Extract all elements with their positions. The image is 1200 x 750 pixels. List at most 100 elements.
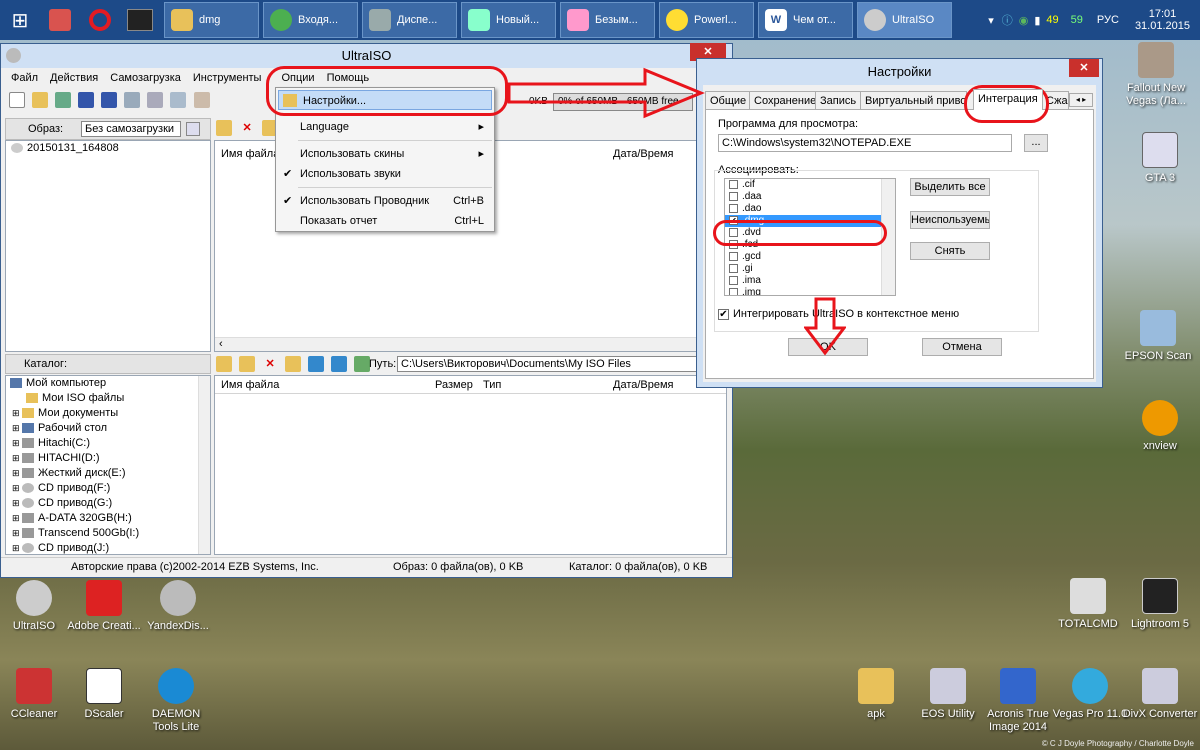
tree-desktop[interactable]: ⊞ Рабочий стол <box>6 421 210 436</box>
tab-virtual-drive[interactable]: Виртуальный привод <box>860 91 967 109</box>
tree-drive-d[interactable]: ⊞ HITACHI(D:) <box>6 451 210 466</box>
col-filename[interactable]: Имя файла <box>221 148 279 160</box>
tray-chevron-icon[interactable]: ▾ <box>988 14 994 27</box>
desktop-icon-vegas-pro[interactable]: Vegas Pro 11.0 <box>1052 668 1128 721</box>
new-folder-icon[interactable] <box>285 356 302 372</box>
path-field[interactable]: C:\Users\Викторович\Documents\My ISO Fil… <box>397 356 722 372</box>
taskbar-item-powerl[interactable]: Powerl... <box>659 2 754 38</box>
desktop-icon-acronis[interactable]: Acronis True Image 2014 <box>980 668 1056 734</box>
desktop-icon-apk[interactable]: apk <box>838 668 914 721</box>
desktop-icon-adobe[interactable]: Adobe Creati... <box>66 580 142 633</box>
extension-item[interactable]: .gcd <box>725 251 895 263</box>
menu-file[interactable]: Файл <box>5 72 44 84</box>
up-folder-icon[interactable] <box>216 120 232 136</box>
tree-drive-i[interactable]: ⊞ Transcend 500Gb(I:) <box>6 526 210 541</box>
select-all-button[interactable]: Выделить все <box>910 178 990 196</box>
bootable-field[interactable]: Без самозагрузки <box>81 121 181 137</box>
tab-general[interactable]: Общие <box>705 91 752 109</box>
tree-drive-h[interactable]: ⊞ A-DATA 320GB(H:) <box>6 511 210 526</box>
col-type[interactable]: Тип <box>483 379 501 391</box>
desktop-icon-epson-scan[interactable]: EPSON Scan <box>1120 310 1196 363</box>
extension-item[interactable]: .daa <box>725 191 895 203</box>
tab-burn[interactable]: Запись <box>815 91 862 109</box>
taskbar-item-word[interactable]: W Чем от... <box>758 2 853 38</box>
desktop-icon-eos-utility[interactable]: EOS Utility <box>910 668 986 721</box>
col-size[interactable]: Размер <box>435 379 473 391</box>
desktop-icon-ultraiso[interactable]: UltraISO <box>0 580 72 633</box>
tree-my-computer[interactable]: Мой компьютер <box>6 376 210 391</box>
menu-actions[interactable]: Действия <box>44 72 104 84</box>
menu-item-use-explorer[interactable]: ✔ Использовать Проводник Ctrl+B <box>276 191 494 211</box>
save-icon[interactable] <box>78 92 95 108</box>
windows-start-icon[interactable]: ⊞ <box>0 2 40 38</box>
refresh-icon[interactable] <box>239 356 256 372</box>
menu-item-use-sounds[interactable]: ✔ Использовать звуки <box>276 164 494 184</box>
menu-item-use-skins[interactable]: Использовать скины ▸ <box>276 144 494 164</box>
taskbar-item-paint[interactable]: Безым... <box>560 2 655 38</box>
desktop-icon-ccleaner[interactable]: CCleaner <box>0 668 72 721</box>
viewer-path-field[interactable]: C:\Windows\system32\NOTEPAD.EXE <box>718 134 1012 152</box>
tree-drive-e[interactable]: ⊞ Жесткий диск(E:) <box>6 466 210 481</box>
new-icon[interactable] <box>9 92 25 108</box>
tab-integration[interactable]: Интеграция <box>973 89 1043 110</box>
gear-icon[interactable] <box>331 356 348 372</box>
desktop-icon-gta3[interactable]: GTA 3 <box>1122 132 1198 185</box>
tray-network-icon[interactable]: ▮ <box>1034 14 1040 27</box>
taskbar-item-dmg[interactable]: dmg <box>164 2 259 38</box>
up-folder-icon[interactable] <box>216 356 232 372</box>
properties-icon[interactable] <box>186 122 200 136</box>
tree-my-iso-files[interactable]: Мои ISO файлы <box>6 391 210 406</box>
mount-icon[interactable] <box>170 92 187 108</box>
catalog-scrollbar[interactable] <box>198 376 210 554</box>
desktop-icon-divx[interactable]: DivX Converter <box>1122 668 1198 721</box>
delete-icon[interactable]: ✕ <box>262 356 278 372</box>
cancel-button[interactable]: Отмена <box>922 338 1002 356</box>
desktop-icon-daemon-tools[interactable]: DAEMON Tools Lite <box>138 668 214 734</box>
menu-item-show-report[interactable]: Показать отчет Ctrl+L <box>276 211 494 231</box>
desktop-icon-dscaler[interactable]: DScaler <box>66 668 142 721</box>
col-datetime[interactable]: Дата/Время <box>613 148 674 160</box>
col-filename[interactable]: Имя файла <box>221 379 279 391</box>
deselect-button[interactable]: Снять выделени <box>910 242 990 260</box>
clock[interactable]: 17:01 31.01.2015 <box>1135 8 1190 32</box>
tab-save[interactable]: Сохранение <box>749 91 822 109</box>
tree-drive-c[interactable]: ⊞ Hitachi(C:) <box>6 436 210 451</box>
browse-button[interactable]: ... <box>1024 134 1048 152</box>
tree-my-documents[interactable]: ⊞ Мои документы <box>6 406 210 421</box>
extension-item[interactable]: .cif <box>725 179 895 191</box>
menu-item-language[interactable]: Language ▸ <box>276 117 494 137</box>
tray-app-icon[interactable]: ◉ <box>1019 14 1029 27</box>
desktop-icon-lightroom[interactable]: Lightroom 5 <box>1122 578 1198 631</box>
menu-bootable[interactable]: Самозагрузка <box>104 72 187 84</box>
xmplay-icon[interactable] <box>120 2 160 38</box>
unused-button[interactable]: Неиспользуемы <box>910 211 990 229</box>
add-icon[interactable] <box>354 356 371 372</box>
save-as-icon[interactable] <box>101 92 118 108</box>
desktop-icon-yandexdisk[interactable]: YandexDis... <box>140 580 216 633</box>
extension-item[interactable]: .dao <box>725 203 895 215</box>
taskbar-item-new[interactable]: Новый... <box>461 2 556 38</box>
settings-close-button[interactable]: ✕ <box>1069 59 1099 77</box>
extension-item[interactable]: .img <box>725 287 895 295</box>
tab-scroll-arrows[interactable]: ◂ ▸ <box>1069 93 1093 107</box>
iso-root-item[interactable]: 20150131_164808 <box>6 141 210 156</box>
taskbar-item-chrome[interactable]: Входя... <box>263 2 358 38</box>
language-indicator[interactable]: РУС <box>1097 14 1119 26</box>
tree-drive-f[interactable]: ⊞ CD привод(F:) <box>6 481 210 496</box>
globe-icon[interactable] <box>308 356 325 372</box>
apps-grid-icon[interactable] <box>40 2 80 38</box>
compress-icon[interactable] <box>193 92 210 108</box>
make-cd-image-icon[interactable] <box>124 92 141 108</box>
extract-icon[interactable] <box>55 92 72 108</box>
delete-icon[interactable]: ✕ <box>239 120 255 136</box>
col-datetime[interactable]: Дата/Время <box>613 379 674 391</box>
scroll-left-icon[interactable]: ‹ <box>215 338 223 350</box>
menu-tools[interactable]: Инструменты <box>187 72 268 84</box>
horizontal-scrollbar[interactable]: ‹ <box>215 337 726 351</box>
info-icon[interactable]: ⓘ <box>1002 12 1013 28</box>
burn-cd-icon[interactable] <box>147 92 164 108</box>
desktop-icon-totalcmd[interactable]: TOTALCMD <box>1050 578 1126 631</box>
desktop-icon-xnview[interactable]: xnview <box>1122 400 1198 453</box>
opera-icon[interactable] <box>80 2 120 38</box>
open-icon[interactable] <box>32 92 49 108</box>
